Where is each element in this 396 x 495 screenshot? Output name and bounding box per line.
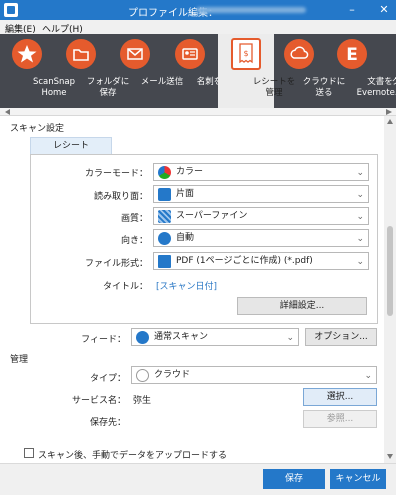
orientation-label: 向き： <box>120 236 148 246</box>
ribbon-item-partial[interactable]: ク <box>380 34 396 108</box>
svg-text:E: E <box>346 45 358 65</box>
orientation-dropdown[interactable]: 自動 ⌄ <box>153 229 369 247</box>
color-mode-label: カラーモード： <box>84 169 148 179</box>
cancel-button[interactable]: キャンセル <box>330 469 386 489</box>
file-format-label: ファイル形式： <box>84 259 148 269</box>
file-format-dropdown[interactable]: PDF (1ページごとに作成) (*.pdf) ⌄ <box>153 252 369 270</box>
type-value: クラウド <box>154 370 191 380</box>
evernote-icon: E <box>337 39 367 69</box>
folder-icon <box>66 39 96 69</box>
ribbon-label: ク <box>391 77 396 87</box>
profile-ribbon: ScanSnap Home フォルダに 保存 メール送信 名刺を管理 $ レシー… <box>0 34 396 108</box>
cloud-icon <box>284 39 314 69</box>
color-mode-value: カラー <box>176 167 204 177</box>
tab-receipt[interactable]: レシート <box>30 137 112 154</box>
title-label: タイトル： <box>102 282 148 292</box>
ribbon-send-mail[interactable]: メール送信 <box>108 34 183 108</box>
type-dropdown[interactable]: クラウド ⌄ <box>131 366 377 384</box>
ribbon-scroll-strip[interactable] <box>0 108 396 116</box>
service-name-label: サービス名： <box>71 396 126 406</box>
feed-value: 通常スキャン <box>154 332 209 342</box>
scan-settings-heading: スキャン設定 <box>10 124 65 134</box>
management-heading: 管理 <box>10 355 29 365</box>
single-side-icon <box>158 188 171 201</box>
ribbon-scansnap-home[interactable]: ScanSnap Home <box>0 34 75 108</box>
scroll-down-icon[interactable] <box>387 454 393 459</box>
scroll-thumb[interactable] <box>387 226 393 316</box>
scansnap-app-icon <box>4 3 18 17</box>
service-name-value: 弥生 <box>133 396 152 406</box>
ribbon-manage-receipts[interactable]: $ レシートを 管理 <box>218 34 295 108</box>
side-dropdown[interactable]: 片面 ⌄ <box>153 185 369 203</box>
quality-dropdown[interactable]: スーパーファイン ⌄ <box>153 207 369 225</box>
ribbon-send-to-cloud[interactable]: クラウドに 送る <box>274 34 345 108</box>
scroll-left-icon[interactable] <box>5 109 11 115</box>
minimize-button[interactable]: – <box>344 3 360 17</box>
vertical-scrollbar[interactable] <box>384 116 396 463</box>
business-card-icon <box>175 39 205 69</box>
file-format-value: PDF (1ページごとに作成) (*.pdf) <box>176 256 313 266</box>
select-service-button[interactable]: 選択... <box>303 388 377 406</box>
side-value: 片面 <box>176 189 195 199</box>
detail-settings-button[interactable]: 詳細設定... <box>237 297 367 315</box>
chevron-down-icon: ⌄ <box>356 168 364 178</box>
ribbon-manage-business-cards[interactable]: 名刺を管理 <box>162 34 239 108</box>
scroll-right-icon[interactable] <box>386 109 392 115</box>
type-label: タイプ： <box>89 374 126 384</box>
title-bar: プロファイル編集： – ✕ <box>0 0 396 20</box>
quality-label: 画質： <box>120 214 148 224</box>
cloud-outline-icon <box>136 369 149 382</box>
orientation-value: 自動 <box>176 233 195 243</box>
scroll-up-icon[interactable] <box>387 119 393 124</box>
save-button[interactable]: 保存 <box>263 469 325 489</box>
rotate-icon <box>158 232 171 245</box>
star-icon <box>12 39 42 69</box>
blurred-profile-name <box>196 7 306 13</box>
title-value-link[interactable]: [スキャン日付] <box>156 279 217 292</box>
quality-value: スーパーファイン <box>176 211 248 221</box>
quality-icon <box>158 210 171 223</box>
feed-label: フィード： <box>81 335 126 345</box>
chevron-down-icon: ⌄ <box>364 371 372 381</box>
ribbon-save-to-folder[interactable]: フォルダに 保存 <box>54 34 129 108</box>
chevron-down-icon: ⌄ <box>356 190 364 200</box>
feed-dropdown[interactable]: 通常スキャン ⌄ <box>131 328 299 346</box>
feed-options-button[interactable]: オプション... <box>305 328 377 346</box>
receipt-icon: $ <box>231 38 261 70</box>
ribbon-evernote[interactable]: E 文書を Evernote… <box>324 34 396 108</box>
chevron-down-icon: ⌄ <box>356 257 364 267</box>
chevron-down-icon: ⌄ <box>356 234 364 244</box>
pdf-file-icon <box>158 255 171 268</box>
browse-button[interactable]: 参照... <box>303 410 377 428</box>
manual-upload-label[interactable]: スキャン後、手動でデータをアップロードする <box>38 448 227 461</box>
menu-bar: 編集(E) ヘルプ(H) <box>0 20 396 35</box>
close-button[interactable]: ✕ <box>376 3 392 17</box>
chevron-down-icon: ⌄ <box>286 333 294 343</box>
feed-icon <box>136 331 149 344</box>
manual-upload-checkbox[interactable] <box>24 448 34 458</box>
side-label: 読み取り面： <box>93 192 148 202</box>
color-mode-dropdown[interactable]: カラー ⌄ <box>153 163 369 181</box>
mail-icon <box>120 39 150 69</box>
chevron-down-icon: ⌄ <box>356 212 364 222</box>
svg-text:$: $ <box>243 49 248 58</box>
color-palette-icon <box>158 166 171 179</box>
save-destination-label: 保存先： <box>89 418 126 428</box>
